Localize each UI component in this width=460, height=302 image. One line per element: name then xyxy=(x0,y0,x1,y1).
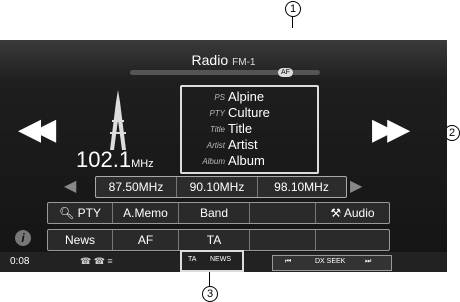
info-value: Alpine xyxy=(228,89,265,104)
radio-screen: Radio FM-1 AF ◀◀ 102.1MHz ▶▶ PS Alpine PTY… xyxy=(0,40,447,272)
frequency-unit: MHz xyxy=(131,158,154,170)
ta-news-indicator: TA NEWS xyxy=(180,250,244,272)
info-key: Title xyxy=(209,125,225,134)
info-value: Album xyxy=(228,153,265,168)
pty-button[interactable]: 🔍︎ PTY xyxy=(48,203,113,223)
af-button[interactable]: AF xyxy=(113,230,179,250)
preset-button-1[interactable]: 87.50MHz xyxy=(96,177,177,197)
news-indicator: NEWS xyxy=(210,256,231,263)
info-key: Album xyxy=(202,157,225,166)
band-button[interactable]: Band xyxy=(179,203,250,223)
audio-button[interactable]: ⚒ Audio xyxy=(316,203,389,223)
news-button[interactable]: News xyxy=(48,230,113,250)
empty-button-2[interactable] xyxy=(250,230,316,250)
preset-button-2[interactable]: 90.10MHz xyxy=(177,177,258,197)
callout-3: 3 xyxy=(202,286,218,302)
seek-controls: ⏮ DX SEEK ⏭ xyxy=(272,255,392,271)
ta-indicator: TA xyxy=(188,256,197,263)
info-icon[interactable]: i xyxy=(15,230,31,246)
rds-info-box: PS Alpine PTY Culture Title Title Artist Art… xyxy=(180,85,319,174)
audio-label: Audio xyxy=(343,206,375,220)
preset-row: 87.50MHz 90.10MHz 98.10MHz xyxy=(95,176,347,198)
empty-button-3[interactable] xyxy=(316,230,389,250)
seek-forward-icon[interactable]: ⏭ xyxy=(365,258,371,266)
info-key: PS xyxy=(214,93,225,102)
seek-back-icon[interactable]: ⏮ xyxy=(285,258,291,266)
band-label: FM-1 xyxy=(232,57,256,68)
function-row-1: 🔍︎ PTY A.Memo Band ⚒ Audio xyxy=(47,202,390,224)
info-key: Artist xyxy=(206,141,225,150)
callout-3-line xyxy=(209,272,210,286)
frequency-value: 102.1 xyxy=(76,147,132,172)
clock-time: 0:08 xyxy=(10,256,30,267)
info-key: PTY xyxy=(209,109,225,118)
wrench-icon: ⚒ xyxy=(330,206,344,220)
phone-signal-icon: ☎ ☎ ≡ xyxy=(80,256,113,266)
preset-left-arrow-icon[interactable]: ◀ xyxy=(64,176,76,196)
ta-button[interactable]: TA xyxy=(179,230,250,250)
callout-1: 1 xyxy=(285,1,301,17)
next-track-icon[interactable]: ▶▶ xyxy=(372,112,410,147)
empty-button-1[interactable] xyxy=(250,203,316,223)
callout-1-line xyxy=(292,16,293,28)
preset-button-3[interactable]: 98.10MHz xyxy=(258,177,345,197)
af-badge: AF xyxy=(278,68,293,77)
info-value: Artist xyxy=(228,137,258,152)
previous-track-icon[interactable]: ◀◀ xyxy=(18,112,56,147)
dx-seek-button[interactable]: DX SEEK xyxy=(315,258,345,265)
search-icon: 🔍︎ xyxy=(59,206,78,220)
screen-title: Radio FM-1 xyxy=(0,52,447,68)
info-value: Culture xyxy=(228,105,270,120)
frequency-display: 102.1MHz xyxy=(76,147,154,173)
function-row-2: News AF TA xyxy=(47,229,390,251)
pty-label: PTY xyxy=(77,206,101,220)
amemo-button[interactable]: A.Memo xyxy=(113,203,179,223)
preset-right-arrow-icon[interactable]: ▶ xyxy=(350,176,362,196)
title-label: Radio xyxy=(191,52,229,68)
info-value: Title xyxy=(228,121,253,136)
